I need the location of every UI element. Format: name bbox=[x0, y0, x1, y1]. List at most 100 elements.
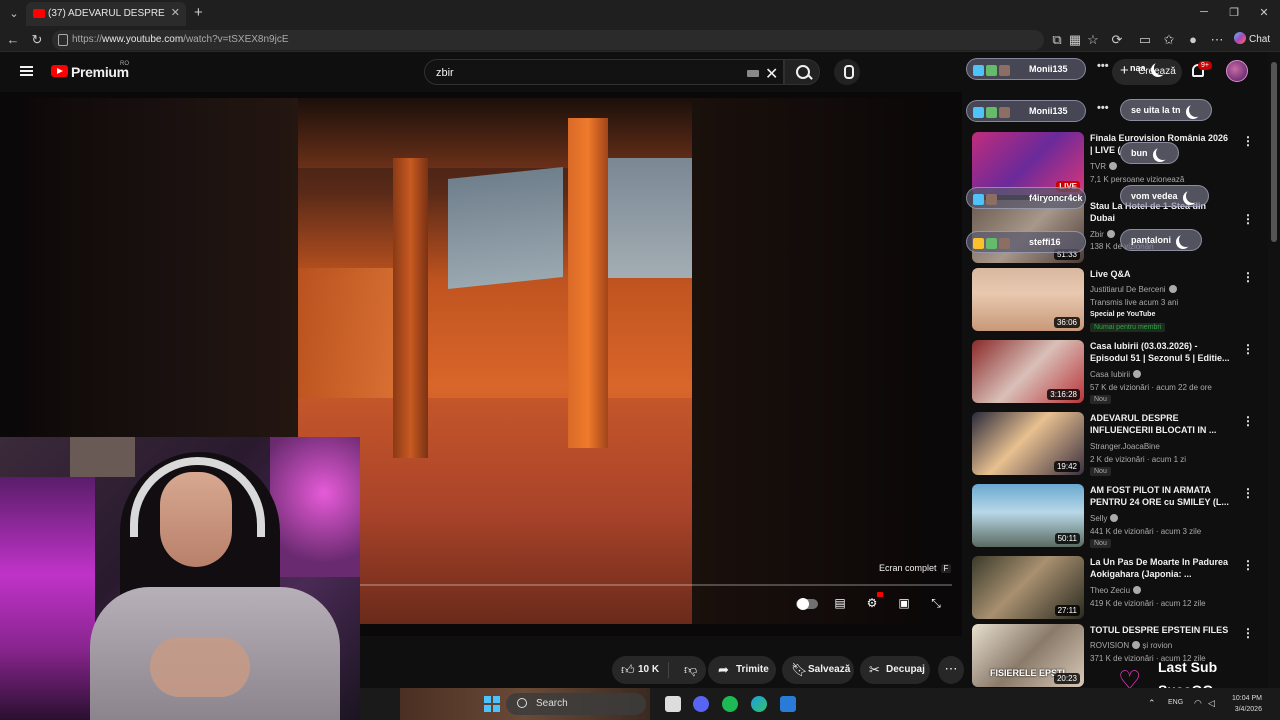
browser-nav-bar: ← ↻ https://www.youtube.com/watch?v=tSXE… bbox=[0, 28, 1280, 52]
back-icon[interactable]: ← bbox=[5, 32, 21, 48]
fullscreen-tooltip: Ecran complet F bbox=[879, 563, 952, 573]
subtitles-icon[interactable]: ▤ bbox=[832, 596, 848, 610]
youtube-header: Premium RO zbir ✕ + Creează 9+ bbox=[0, 52, 1280, 92]
search-input[interactable]: zbir ✕ bbox=[424, 59, 784, 85]
clear-search-icon[interactable]: ✕ bbox=[765, 64, 778, 84]
edge-browser-icon[interactable] bbox=[751, 696, 767, 712]
clip-button[interactable]: ✂ Decupaj bbox=[860, 656, 930, 684]
channel-name[interactable]: Selly bbox=[1090, 514, 1119, 523]
copilot-chat-button[interactable]: Chat bbox=[1234, 32, 1270, 45]
notification-count-badge: 9+ bbox=[1198, 61, 1212, 70]
recommended-video[interactable]: 19:42 ADEVARUL DESPRE INFLUENCERII BLOCA… bbox=[972, 412, 1262, 477]
video-options-icon[interactable]: ⋮ bbox=[1242, 558, 1254, 572]
autoplay-toggle[interactable] bbox=[796, 598, 818, 610]
progress-bar[interactable] bbox=[360, 584, 952, 586]
youtube-logo-icon[interactable] bbox=[51, 65, 68, 77]
channel-name[interactable]: Justitiarul De Berceni bbox=[1090, 285, 1177, 294]
channel-name[interactable]: TVR bbox=[1090, 162, 1117, 171]
thumbs-down-icon: 👎︎ bbox=[684, 662, 698, 677]
video-options-icon[interactable]: ⋮ bbox=[1242, 414, 1254, 428]
recommended-video[interactable]: 27:11 La Un Pas De Moarte In Padurea Aok… bbox=[972, 556, 1262, 621]
video-title[interactable]: ADEVARUL DESPRE INFLUENCERII BLOCATI IN … bbox=[1090, 412, 1230, 436]
language-indicator[interactable]: ENG bbox=[1168, 699, 1183, 706]
account-avatar[interactable] bbox=[1226, 60, 1248, 82]
minimize-icon[interactable]: ─ bbox=[1194, 6, 1214, 18]
tray-chevron-icon[interactable]: ⌃ bbox=[1148, 698, 1156, 709]
more-actions-button[interactable]: ⋯ bbox=[938, 656, 964, 684]
dislike-button[interactable]: 👎︎ bbox=[676, 656, 706, 684]
video-options-icon[interactable]: ⋮ bbox=[1242, 134, 1254, 148]
moon-icon bbox=[1179, 233, 1193, 247]
maximize-icon[interactable]: ❐ bbox=[1224, 6, 1244, 19]
settings-gear-icon[interactable]: ⚙ bbox=[864, 596, 880, 610]
video-duration: 50:11 bbox=[1054, 533, 1080, 544]
more-menu-icon[interactable]: ⋯ bbox=[1209, 32, 1225, 48]
new-tab-icon[interactable]: + bbox=[194, 4, 203, 21]
channel-name[interactable]: Stranger.JoacaBine bbox=[1090, 442, 1160, 451]
page-scrollbar[interactable] bbox=[1268, 52, 1280, 688]
file-explorer-icon[interactable] bbox=[665, 696, 681, 712]
windows-start-icon[interactable] bbox=[484, 696, 500, 712]
recommended-video[interactable]: 50:11 AM FOST PILOT IN ARMATA PENTRU 24 … bbox=[972, 484, 1262, 549]
video-options-icon[interactable]: ⋮ bbox=[1242, 486, 1254, 500]
reload-icon[interactable]: ↻ bbox=[29, 32, 45, 48]
video-thumbnail[interactable]: FISIERELE EPSTI 20:23 bbox=[972, 624, 1084, 687]
profile-icon[interactable]: ● bbox=[1185, 32, 1201, 48]
favorite-star-icon[interactable]: ☆ bbox=[1085, 32, 1101, 48]
channel-name[interactable]: Casa Iubirii bbox=[1090, 370, 1142, 379]
channel-name[interactable]: Theo Zeciu bbox=[1090, 586, 1142, 595]
recommendations-sidebar: LIVE Finala Eurovision România 2026 | LI… bbox=[962, 92, 1268, 688]
channel-name[interactable]: Zbir bbox=[1090, 230, 1115, 239]
recommended-video[interactable]: 36:06 Live Q&A Justitiarul De Berceni Tr… bbox=[972, 268, 1262, 333]
video-title[interactable]: Casa Iubirii (03.03.2026) - Episodul 51 … bbox=[1090, 340, 1230, 364]
extensions-icon[interactable]: ⟳ bbox=[1109, 32, 1125, 48]
video-thumbnail[interactable]: 19:42 bbox=[972, 412, 1084, 475]
translate-icon[interactable]: ⧉ bbox=[1049, 32, 1065, 48]
scrollbar-thumb[interactable] bbox=[1271, 62, 1277, 242]
save-button[interactable]: 🔖︎ Salvează bbox=[782, 656, 854, 684]
video-title[interactable]: AM FOST PILOT IN ARMATA PENTRU 24 ORE cu… bbox=[1090, 484, 1230, 508]
fullscreen-icon[interactable]: ⤡ bbox=[928, 596, 944, 610]
video-title[interactable]: TOTUL DESPRE EPSTEIN FILES bbox=[1090, 624, 1230, 636]
video-options-icon[interactable]: ⋮ bbox=[1242, 270, 1254, 284]
video-thumbnail[interactable]: LIVE bbox=[972, 132, 1084, 195]
window-close-icon[interactable]: ✕ bbox=[1254, 6, 1274, 19]
spotify-icon[interactable] bbox=[722, 696, 738, 712]
voice-search-button[interactable] bbox=[834, 59, 860, 85]
taskbar-search[interactable]: Search bbox=[506, 693, 646, 715]
search-button[interactable] bbox=[784, 59, 820, 85]
channel-name[interactable]: ROVISION și rovion bbox=[1090, 641, 1172, 650]
keyboard-icon[interactable] bbox=[747, 70, 759, 77]
menu-icon[interactable] bbox=[20, 66, 33, 76]
video-thumbnail[interactable]: 36:06 bbox=[972, 268, 1084, 331]
split-screen-icon[interactable]: ▭ bbox=[1137, 32, 1153, 48]
video-thumbnail[interactable]: 27:11 bbox=[972, 556, 1084, 619]
taskbar-clock[interactable]: 10:04 PM 3/4/2026 bbox=[1232, 693, 1262, 715]
address-bar[interactable]: https://www.youtube.com/watch?v=tSXEX8n9… bbox=[52, 30, 1044, 50]
video-thumbnail[interactable]: 50:11 bbox=[972, 484, 1084, 547]
video-options-icon[interactable]: ⋮ bbox=[1242, 342, 1254, 356]
verified-icon bbox=[1168, 285, 1177, 293]
video-title[interactable]: La Un Pas De Moarte In Padurea Aokigahar… bbox=[1090, 556, 1230, 580]
apps-icon[interactable]: ▦ bbox=[1067, 32, 1083, 48]
favorites-icon[interactable]: ✩ bbox=[1161, 32, 1177, 48]
tab-list-chevron-icon[interactable]: ⌄ bbox=[6, 6, 22, 22]
video-title[interactable]: Live Q&A bbox=[1090, 268, 1230, 280]
recommended-video[interactable]: 3:16:28 Casa Iubirii (03.03.2026) - Epis… bbox=[972, 340, 1262, 405]
search-query[interactable]: zbir bbox=[436, 67, 454, 79]
scene-pillar bbox=[393, 158, 428, 458]
chat-message: naa bbox=[1120, 58, 1176, 80]
video-thumbnail[interactable]: 3:16:28 bbox=[972, 340, 1084, 403]
store-icon[interactable] bbox=[780, 696, 796, 712]
miniplayer-icon[interactable]: ▣ bbox=[896, 596, 912, 610]
discord-icon[interactable] bbox=[693, 696, 709, 712]
share-button[interactable]: ➦ Trimite bbox=[708, 656, 776, 684]
tab-close-icon[interactable]: ✕ bbox=[171, 6, 180, 19]
wifi-icon[interactable]: ◠ bbox=[1194, 698, 1202, 709]
video-options-icon[interactable]: ⋮ bbox=[1242, 626, 1254, 640]
video-options-icon[interactable]: ⋮ bbox=[1242, 212, 1254, 226]
site-info-icon[interactable] bbox=[58, 34, 68, 46]
browser-tab[interactable]: (37) ADEVARUL DESPRE DUBAI - Yo ✕ bbox=[26, 2, 186, 26]
video-meta: 7,1 K persoane vizionează bbox=[1090, 175, 1185, 184]
volume-icon[interactable]: ◁ bbox=[1208, 698, 1215, 709]
